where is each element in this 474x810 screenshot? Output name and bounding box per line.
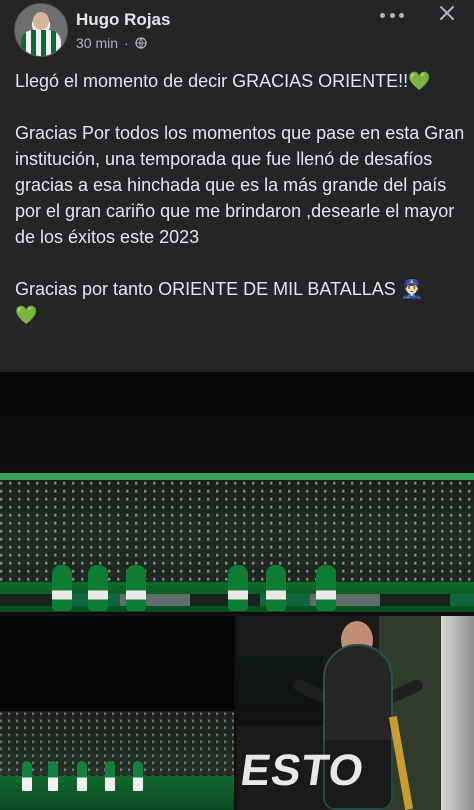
- player-figure: [228, 565, 248, 611]
- photo-top[interactable]: [0, 372, 474, 612]
- player-figure: [316, 565, 336, 611]
- mini-player: [22, 761, 32, 791]
- photo-bottom-right[interactable]: ESTO: [237, 616, 474, 810]
- player-figure: [266, 565, 286, 611]
- bottom-left-stands: [0, 711, 234, 781]
- player-figure: [126, 565, 146, 611]
- more-horizontal-icon[interactable]: [380, 8, 404, 22]
- author-avatar[interactable]: [14, 3, 68, 57]
- background-text: ESTO: [237, 746, 368, 795]
- player-figure: [88, 565, 108, 611]
- mini-player: [105, 761, 115, 791]
- photo-grid: ESTO: [0, 372, 474, 810]
- photo-bottom-left[interactable]: [0, 616, 234, 810]
- avatar-shirt: [21, 30, 61, 56]
- white-post: [441, 616, 474, 810]
- post-line-2: Gracias Por todos los momentos que pase …: [15, 123, 465, 247]
- meta-separator: ·: [124, 35, 129, 51]
- close-icon[interactable]: [438, 4, 456, 22]
- avatar-face: [33, 12, 49, 30]
- bottom-left-field: [0, 776, 234, 810]
- post-meta: 30 min ·: [76, 35, 147, 51]
- author-name[interactable]: Hugo Rojas: [76, 10, 170, 30]
- post-header: Hugo Rojas 30 min ·: [0, 0, 474, 62]
- post-line-3: Gracias por tanto ORIENTE DE MIL BATALLA…: [15, 279, 424, 299]
- post-time[interactable]: 30 min: [76, 35, 118, 51]
- post-line-1: Llegó el momento de decir GRACIAS ORIENT…: [15, 71, 431, 91]
- globe-icon: [135, 37, 147, 49]
- post-line-4: 💚: [15, 305, 38, 325]
- mini-player: [48, 761, 58, 791]
- stadium-sky: [0, 372, 474, 480]
- post-text: Llegó el momento de decir GRACIAS ORIENT…: [15, 68, 465, 328]
- player-figure: [52, 565, 72, 611]
- mini-player: [133, 761, 143, 791]
- mini-player: [77, 761, 87, 791]
